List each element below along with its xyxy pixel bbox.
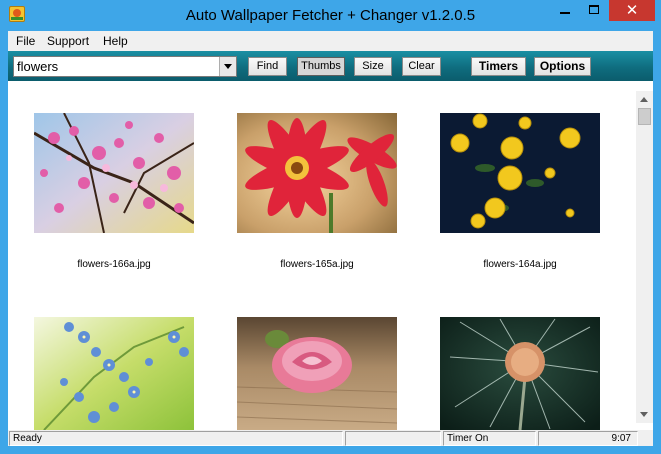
- find-button[interactable]: Find: [248, 57, 287, 76]
- red-gerbera-image: [237, 113, 397, 233]
- scrollbar-thumb[interactable]: [638, 108, 651, 125]
- minimize-icon: [560, 12, 570, 14]
- menu-support[interactable]: Support: [41, 31, 95, 51]
- thumbnail-image[interactable]: [237, 113, 397, 233]
- menu-help[interactable]: Help: [97, 31, 134, 51]
- scroll-up-icon[interactable]: [636, 91, 653, 108]
- thumbnail-image[interactable]: [34, 113, 194, 233]
- dandelion-image: [440, 317, 600, 430]
- scroll-down-icon[interactable]: [636, 406, 653, 423]
- thumbnail-gallery: flowers-166a.jpg flowers-165a.jpg flower…: [8, 81, 653, 430]
- thumbnail-caption: flowers-164a.jpg: [483, 259, 557, 270]
- thumbs-button[interactable]: Thumbs: [297, 57, 345, 76]
- timer-status: Timer On: [443, 431, 536, 446]
- minimize-button[interactable]: [551, 0, 579, 21]
- thumbnail-caption: flowers-165a.jpg: [280, 259, 354, 270]
- search-combobox[interactable]: [13, 56, 237, 77]
- vertical-scrollbar[interactable]: [636, 91, 653, 423]
- timers-button[interactable]: Timers: [471, 57, 526, 76]
- title-bar[interactable]: Auto Wallpaper Fetcher + Changer v1.2.0.…: [0, 0, 661, 31]
- thumbnail-image[interactable]: [237, 317, 397, 430]
- blue-forget-me-not-image: [34, 317, 194, 430]
- options-button[interactable]: Options: [534, 57, 591, 76]
- pink-blossom-image: [34, 113, 194, 233]
- clear-button[interactable]: Clear: [402, 57, 441, 76]
- maximize-button[interactable]: [580, 0, 608, 21]
- toolbar: Find Thumbs Size Clear Timers Options: [8, 51, 653, 81]
- size-button[interactable]: Size: [354, 57, 392, 76]
- close-button[interactable]: ✕: [609, 0, 655, 21]
- app-window: Auto Wallpaper Fetcher + Changer v1.2.0.…: [0, 0, 661, 454]
- thumbnail-caption: flowers-166a.jpg: [77, 259, 151, 270]
- thumbnail-image[interactable]: [440, 113, 600, 233]
- maximize-icon: [589, 5, 599, 14]
- status-panel-empty: [345, 431, 441, 446]
- thumbnail-image[interactable]: [34, 317, 194, 430]
- status-text: Ready: [9, 431, 343, 446]
- chevron-down-icon[interactable]: [219, 57, 236, 76]
- yellow-roses-image: [440, 113, 600, 233]
- clock: 9:07: [538, 431, 638, 446]
- search-input[interactable]: [14, 57, 217, 76]
- pink-rose-image: [237, 317, 397, 430]
- menu-file[interactable]: File: [10, 31, 41, 51]
- close-icon: ✕: [625, 2, 639, 19]
- thumbnail-image[interactable]: [440, 317, 600, 430]
- menu-bar: File Support Help: [8, 31, 653, 51]
- status-bar: Ready Timer On 9:07: [8, 430, 653, 446]
